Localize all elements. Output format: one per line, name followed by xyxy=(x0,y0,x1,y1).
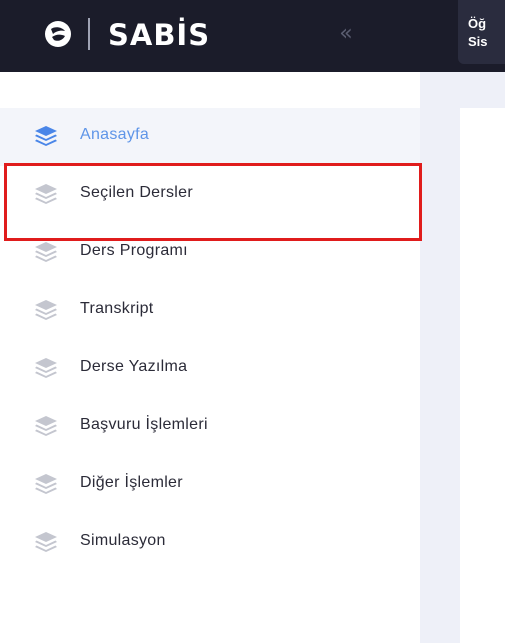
sidebar-item-transkript[interactable]: Transkript xyxy=(0,282,420,340)
highlight-box xyxy=(4,163,422,241)
layers-icon xyxy=(35,474,57,494)
collapse-sidebar-icon[interactable]: « xyxy=(333,23,359,45)
layers-icon xyxy=(35,126,57,146)
header-title-line-1: Öğ xyxy=(468,16,487,31)
sidebar-item-label: Anasayfa xyxy=(80,126,150,143)
header-title-line-2: Sis xyxy=(468,34,488,49)
sidebar-item-derse-yazilma[interactable]: Derse Yazılma xyxy=(0,340,420,398)
sidebar: Anasayfa Seçilen Dersler Ders Programı T… xyxy=(0,72,420,643)
sidebar-item-label: Ders Programı xyxy=(80,242,188,259)
header-title-box xyxy=(458,0,505,64)
layers-icon xyxy=(35,300,57,320)
layers-icon xyxy=(35,416,57,436)
top-bar: SABİS « xyxy=(0,0,505,72)
sidebar-item-anasayfa[interactable]: Anasayfa xyxy=(0,108,420,166)
main-content-card xyxy=(460,108,505,643)
layers-icon xyxy=(35,532,57,552)
sidebar-item-label: Simulasyon xyxy=(80,532,166,549)
globe-logo-icon xyxy=(45,21,71,47)
sidebar-item-label: Derse Yazılma xyxy=(80,358,188,375)
sidebar-item-diger-islemler[interactable]: Diğer İşlemler xyxy=(0,456,420,514)
sidebar-item-label: Transkript xyxy=(80,300,154,317)
layers-icon xyxy=(35,242,57,262)
app-logo-text: SABİS xyxy=(108,18,211,52)
sidebar-item-label: Başvuru İşlemleri xyxy=(80,416,208,433)
logo-separator xyxy=(88,18,90,50)
layers-icon xyxy=(35,358,57,378)
sidebar-item-simulasyon[interactable]: Simulasyon xyxy=(0,514,420,572)
sidebar-item-label: Diğer İşlemler xyxy=(80,474,183,491)
sidebar-item-basvuru-islemleri[interactable]: Başvuru İşlemleri xyxy=(0,398,420,456)
